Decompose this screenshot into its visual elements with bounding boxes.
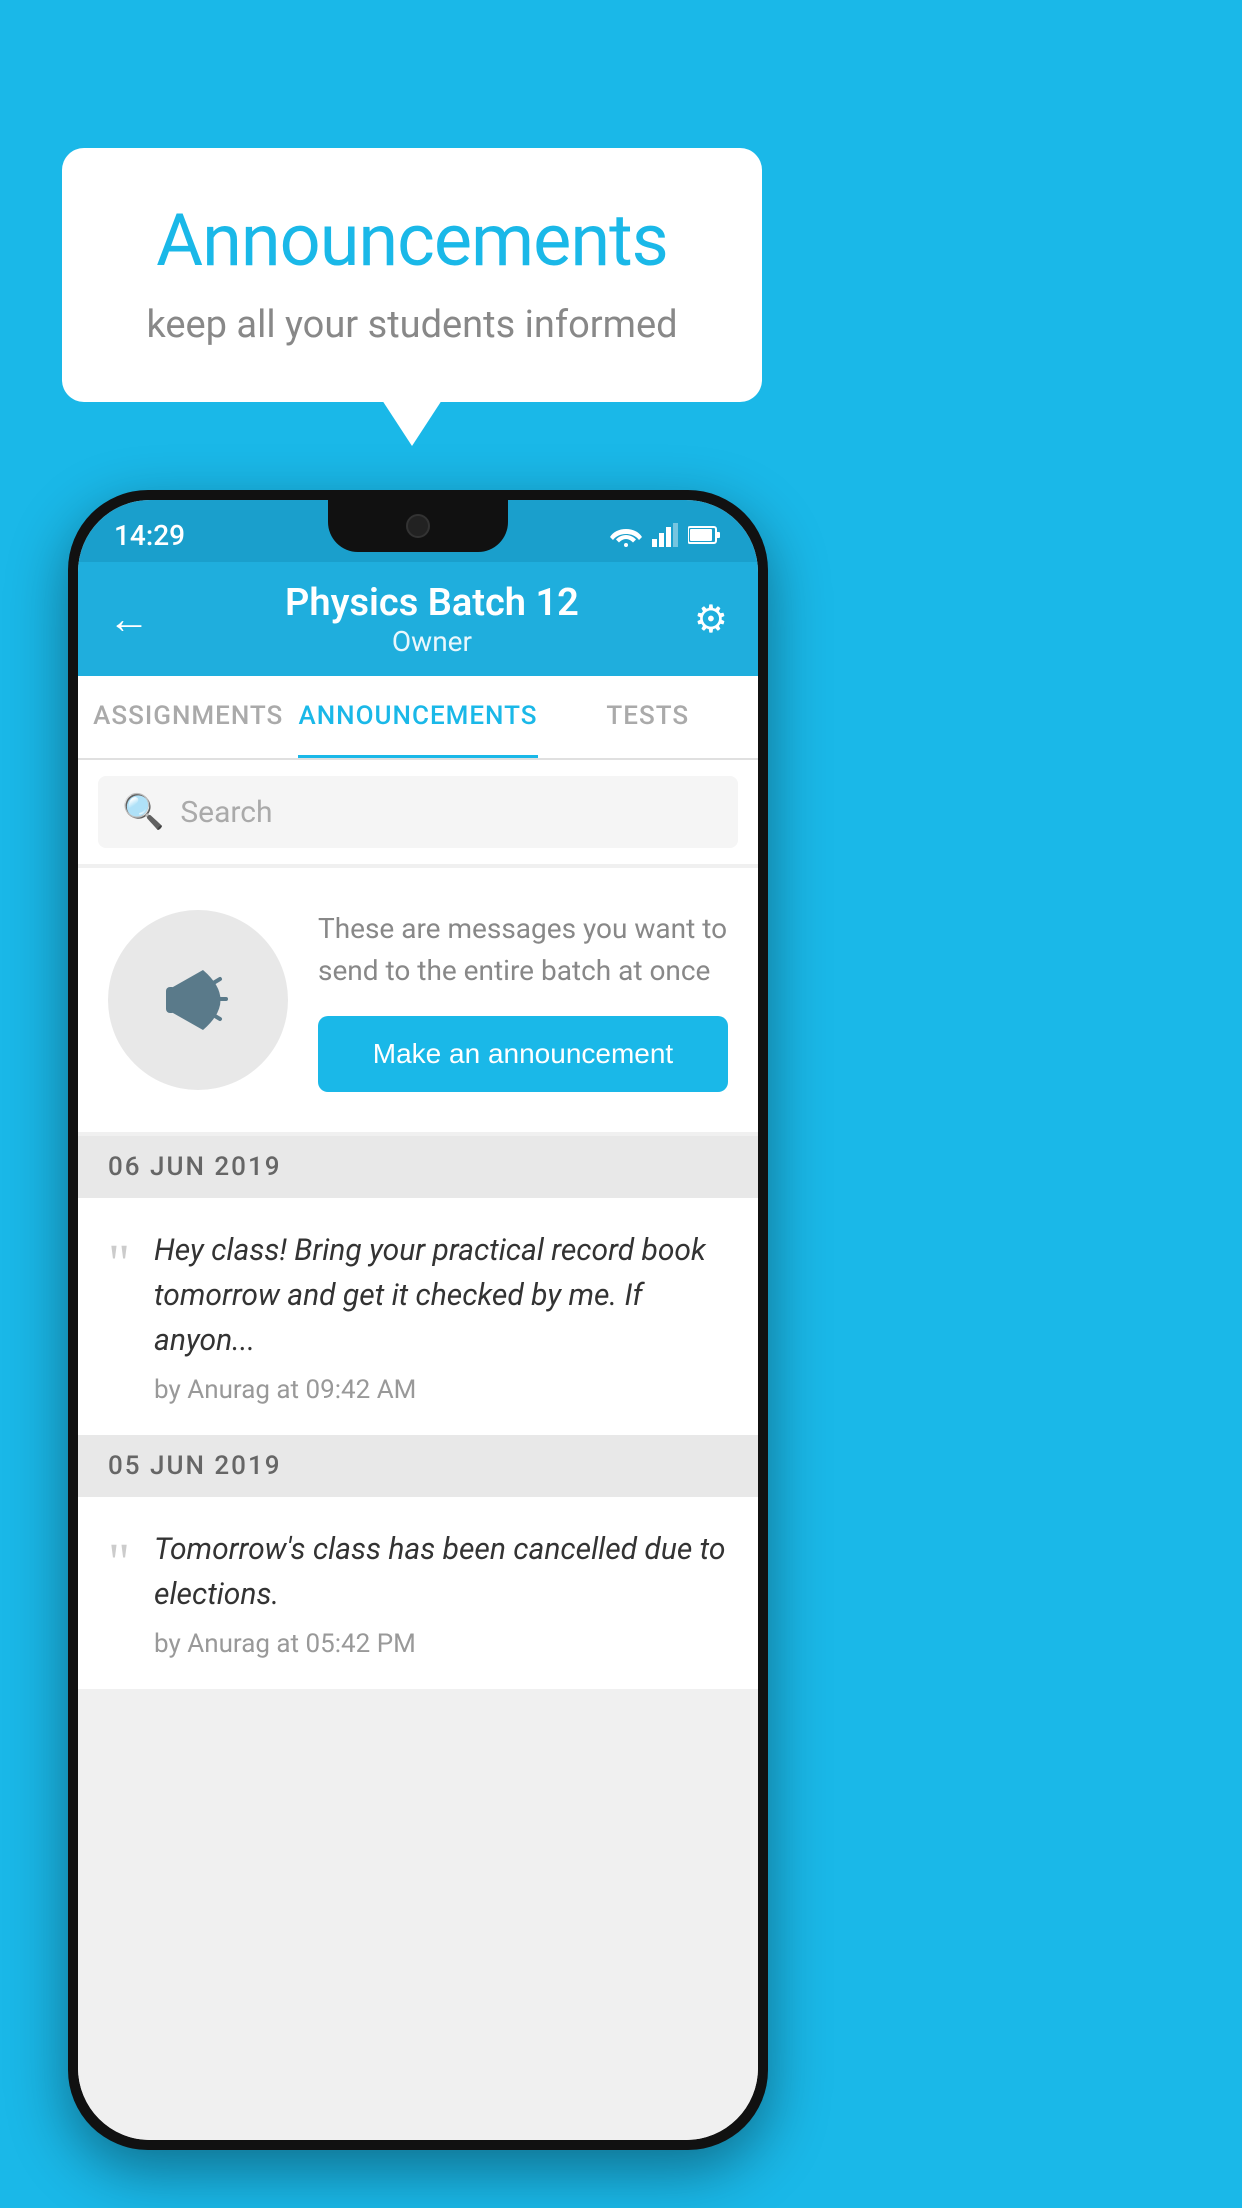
announcement-content-2: Tomorrow's class has been cancelled due …	[154, 1527, 728, 1659]
tab-announcements[interactable]: ANNOUNCEMENTS	[298, 676, 537, 758]
speech-bubble-title: Announcements	[122, 198, 702, 283]
status-icons	[610, 523, 722, 547]
app-bar-title: Physics Batch 12	[170, 581, 694, 625]
date-separator-1: 06 JUN 2019	[78, 1136, 758, 1198]
wifi-icon	[610, 523, 642, 547]
announcement-right: These are messages you want to send to t…	[318, 908, 728, 1092]
announcement-item-2[interactable]: " Tomorrow's class has been cancelled du…	[78, 1497, 758, 1689]
phone-frame: 14:29	[68, 490, 768, 2150]
phone-notch	[328, 500, 508, 552]
announcement-description: These are messages you want to send to t…	[318, 908, 728, 992]
quote-icon-1: "	[108, 1236, 130, 1290]
phone-screen: 14:29	[78, 500, 758, 2140]
app-bar-title-area: Physics Batch 12 Owner	[170, 581, 694, 658]
announcement-content-1: Hey class! Bring your practical record b…	[154, 1228, 728, 1405]
signal-icon	[652, 523, 678, 547]
announcement-prompt: These are messages you want to send to t…	[78, 868, 758, 1132]
back-button[interactable]: ←	[108, 595, 150, 644]
date-separator-2: 05 JUN 2019	[78, 1435, 758, 1497]
status-time: 14:29	[114, 519, 185, 552]
announcement-by-1: by Anurag at 09:42 AM	[154, 1375, 728, 1405]
megaphone-icon	[148, 955, 248, 1045]
announcement-by-2: by Anurag at 05:42 PM	[154, 1629, 728, 1659]
search-input-wrapper[interactable]: 🔍 Search	[98, 776, 738, 848]
tab-tests[interactable]: TESTS	[538, 676, 758, 758]
app-bar-subtitle: Owner	[170, 625, 694, 658]
announcement-item-1[interactable]: " Hey class! Bring your practical record…	[78, 1198, 758, 1435]
search-bar-container: 🔍 Search	[78, 760, 758, 864]
announcement-text-2: Tomorrow's class has been cancelled due …	[154, 1527, 728, 1617]
announcement-text-1: Hey class! Bring your practical record b…	[154, 1228, 728, 1363]
tab-assignments[interactable]: ASSIGNMENTS	[78, 676, 298, 758]
make-announcement-button[interactable]: Make an announcement	[318, 1016, 728, 1092]
quote-icon-2: "	[108, 1535, 130, 1589]
megaphone-circle	[108, 910, 288, 1090]
app-bar: ← Physics Batch 12 Owner ⚙	[78, 562, 758, 676]
phone-camera	[406, 514, 430, 538]
search-icon: 🔍	[122, 792, 164, 832]
battery-icon	[688, 525, 722, 545]
tabs-bar: ASSIGNMENTS ANNOUNCEMENTS TESTS	[78, 676, 758, 760]
gear-icon[interactable]: ⚙	[694, 597, 728, 642]
search-placeholder: Search	[180, 795, 272, 830]
content-area: 🔍 Search	[78, 760, 758, 2140]
speech-bubble: Announcements keep all your students inf…	[62, 148, 762, 402]
speech-bubble-subtitle: keep all your students informed	[122, 303, 702, 347]
